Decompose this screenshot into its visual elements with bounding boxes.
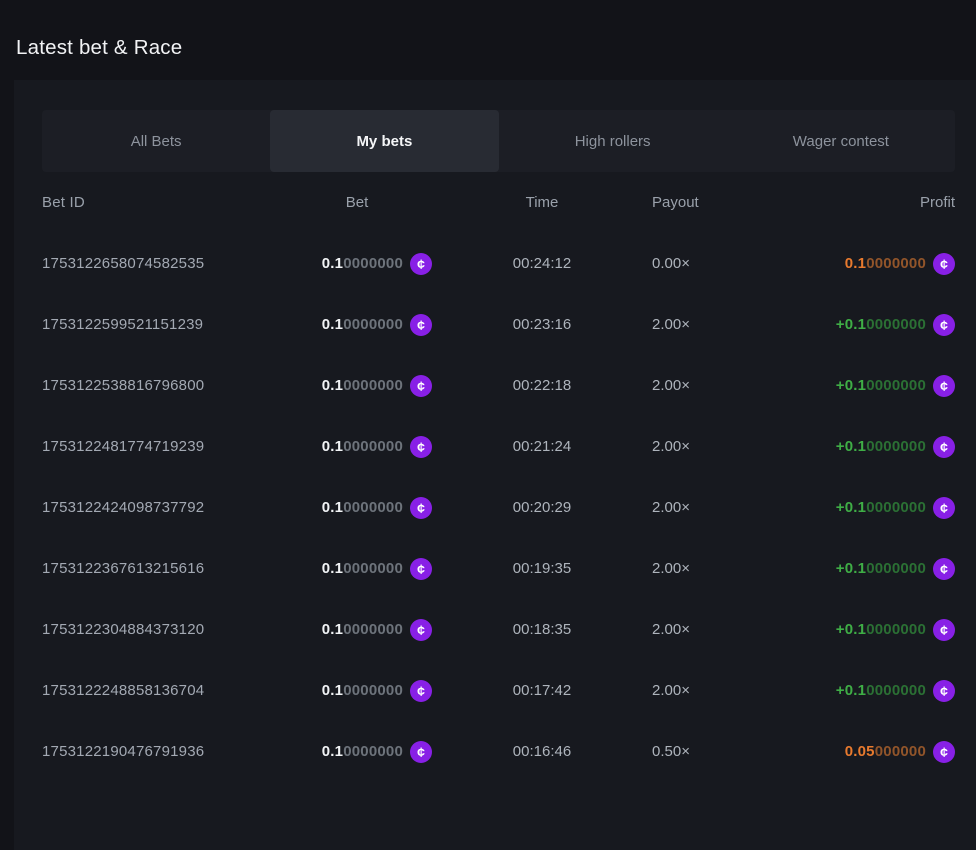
bet-payout: 2.00× [652, 621, 792, 638]
bet-payout: 2.00× [652, 499, 792, 516]
coin-icon: ¢ [933, 680, 955, 702]
bet-id: 1753122538816796800 [42, 377, 282, 394]
bet-time: 00:19:35 [432, 560, 652, 577]
bets-table: Bet ID Bet Time Payout Profit 1753122658… [14, 182, 976, 782]
tab-all-bets[interactable]: All Bets [42, 110, 270, 172]
bet-id: 1753122424098737792 [42, 499, 282, 516]
bet-time: 00:24:12 [432, 255, 652, 272]
coin-icon: ¢ [410, 314, 432, 336]
bet-time: 00:18:35 [432, 621, 652, 638]
coin-icon: ¢ [410, 253, 432, 275]
bet-amount: 0.10000000¢ [282, 253, 432, 275]
column-header-time: Time [432, 194, 652, 211]
bet-id: 1753122481774719239 [42, 438, 282, 455]
bet-time: 00:21:24 [432, 438, 652, 455]
coin-icon: ¢ [410, 741, 432, 763]
bet-profit: 0.05000000¢ [792, 741, 955, 763]
bet-id: 1753122599521151239 [42, 316, 282, 333]
table-row[interactable]: 17531221904767919360.10000000¢00:16:460.… [42, 721, 955, 782]
coin-icon: ¢ [933, 558, 955, 580]
tab-bar: All BetsMy betsHigh rollersWager contest [42, 110, 955, 172]
bet-profit: +0.10000000¢ [792, 680, 955, 702]
column-header-bet-id: Bet ID [42, 194, 282, 211]
bet-time: 00:16:46 [432, 743, 652, 760]
bet-id: 1753122190476791936 [42, 743, 282, 760]
coin-icon: ¢ [410, 680, 432, 702]
tab-my-bets[interactable]: My bets [270, 110, 498, 172]
bet-payout: 2.00× [652, 377, 792, 394]
bet-amount: 0.10000000¢ [282, 619, 432, 641]
bet-profit: 0.10000000¢ [792, 253, 955, 275]
table-row[interactable]: 17531226580745825350.10000000¢00:24:120.… [42, 233, 955, 294]
bet-profit: +0.10000000¢ [792, 619, 955, 641]
coin-icon: ¢ [933, 436, 955, 458]
bet-time: 00:20:29 [432, 499, 652, 516]
coin-icon: ¢ [410, 375, 432, 397]
coin-icon: ¢ [933, 497, 955, 519]
bet-time: 00:22:18 [432, 377, 652, 394]
coin-icon: ¢ [933, 619, 955, 641]
coin-icon: ¢ [410, 558, 432, 580]
bet-time: 00:17:42 [432, 682, 652, 699]
bet-profit: +0.10000000¢ [792, 497, 955, 519]
table-row[interactable]: 17531224817747192390.10000000¢00:21:242.… [42, 416, 955, 477]
bet-amount: 0.10000000¢ [282, 375, 432, 397]
bet-payout: 2.00× [652, 316, 792, 333]
table-row[interactable]: 17531225388167968000.10000000¢00:22:182.… [42, 355, 955, 416]
bet-amount: 0.10000000¢ [282, 314, 432, 336]
column-header-profit: Profit [792, 194, 955, 211]
coin-icon: ¢ [410, 619, 432, 641]
table-row[interactable]: 17531222488581367040.10000000¢00:17:422.… [42, 660, 955, 721]
tab-wager-contest[interactable]: Wager contest [727, 110, 955, 172]
column-header-bet: Bet [282, 194, 432, 211]
bet-amount: 0.10000000¢ [282, 680, 432, 702]
table-header-row: Bet ID Bet Time Payout Profit [42, 182, 955, 222]
bet-payout: 2.00× [652, 682, 792, 699]
bet-id: 1753122248858136704 [42, 682, 282, 699]
bet-profit: +0.10000000¢ [792, 436, 955, 458]
bet-profit: +0.10000000¢ [792, 375, 955, 397]
bet-time: 00:23:16 [432, 316, 652, 333]
latest-bet-panel: All BetsMy betsHigh rollersWager contest… [14, 80, 976, 850]
tab-high-rollers[interactable]: High rollers [499, 110, 727, 172]
bet-id: 1753122658074582535 [42, 255, 282, 272]
bet-amount: 0.10000000¢ [282, 741, 432, 763]
page-title: Latest bet & Race [16, 36, 182, 60]
bet-payout: 2.00× [652, 438, 792, 455]
bet-payout: 0.50× [652, 743, 792, 760]
table-row[interactable]: 17531223676132156160.10000000¢00:19:352.… [42, 538, 955, 599]
bet-amount: 0.10000000¢ [282, 497, 432, 519]
bet-amount: 0.10000000¢ [282, 436, 432, 458]
table-row[interactable]: 17531223048843731200.10000000¢00:18:352.… [42, 599, 955, 660]
bet-profit: +0.10000000¢ [792, 314, 955, 336]
bet-amount: 0.10000000¢ [282, 558, 432, 580]
bet-payout: 0.00× [652, 255, 792, 272]
coin-icon: ¢ [933, 741, 955, 763]
bet-id: 1753122367613215616 [42, 560, 282, 577]
coin-icon: ¢ [933, 375, 955, 397]
coin-icon: ¢ [410, 497, 432, 519]
coin-icon: ¢ [933, 314, 955, 336]
bets-table-body: 17531226580745825350.10000000¢00:24:120.… [42, 233, 955, 782]
bet-id: 1753122304884373120 [42, 621, 282, 638]
bet-payout: 2.00× [652, 560, 792, 577]
column-header-payout: Payout [652, 194, 792, 211]
coin-icon: ¢ [933, 253, 955, 275]
table-row[interactable]: 17531224240987377920.10000000¢00:20:292.… [42, 477, 955, 538]
bet-profit: +0.10000000¢ [792, 558, 955, 580]
table-row[interactable]: 17531225995211512390.10000000¢00:23:162.… [42, 294, 955, 355]
coin-icon: ¢ [410, 436, 432, 458]
